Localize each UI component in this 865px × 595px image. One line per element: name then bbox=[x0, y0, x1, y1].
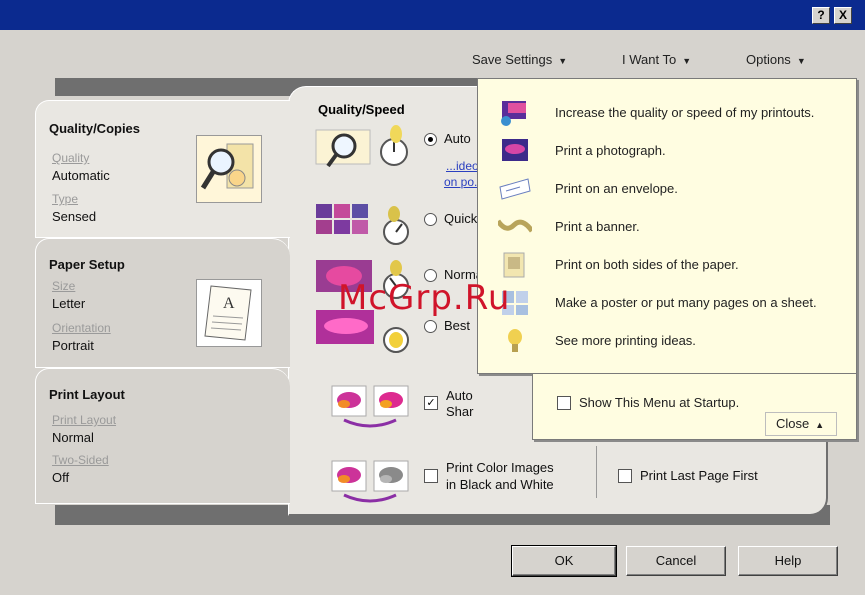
quality-speed-icon bbox=[498, 99, 532, 127]
chevron-up-icon: ▲ bbox=[815, 420, 825, 430]
black-white-label: in Black and White bbox=[446, 477, 554, 492]
auto-sharpen-label: Shar bbox=[446, 404, 474, 419]
tab-field-label: Two-Sided bbox=[52, 453, 109, 467]
menu-item-poster[interactable]: Make a poster or put many pages on a she… bbox=[498, 289, 848, 319]
quality-option-label: Auto bbox=[444, 131, 471, 146]
sharpen-icon bbox=[330, 380, 414, 430]
watermark: McGrp.Ru bbox=[338, 278, 511, 318]
title-bar: ? X bbox=[0, 0, 865, 30]
last-page-first-checkbox[interactable] bbox=[618, 469, 632, 483]
title-help-button[interactable]: ? bbox=[812, 7, 830, 24]
quick-quality-icon bbox=[314, 200, 414, 248]
quality-radio-auto[interactable] bbox=[424, 133, 437, 146]
photo-icon bbox=[498, 137, 532, 165]
save-settings-label: Save Settings bbox=[472, 52, 553, 67]
tab-field-value: Normal bbox=[52, 430, 94, 445]
i-want-to-menu[interactable]: I Want To ▼ bbox=[622, 52, 691, 67]
menu-item-quality-speed[interactable]: Increase the quality or speed of my prin… bbox=[498, 99, 848, 129]
two-sided-icon bbox=[498, 251, 532, 279]
i-want-to-label: I Want To bbox=[622, 52, 677, 67]
tab-field-label: Orientation bbox=[52, 321, 111, 335]
tab-print-layout[interactable]: Print Layout Print Layout Normal Two-Sid… bbox=[35, 368, 290, 504]
chevron-down-icon: ▼ bbox=[796, 56, 806, 66]
menu-item-two-sided[interactable]: Print on both sides of the paper. bbox=[498, 251, 848, 281]
close-menu-button[interactable]: Close ▲ bbox=[765, 412, 837, 436]
menu-item-label: Print a photograph. bbox=[555, 143, 666, 158]
ok-button[interactable]: OK bbox=[511, 545, 617, 577]
tab-field-label: Quality bbox=[52, 151, 90, 165]
paper-icon: A bbox=[196, 279, 262, 347]
chevron-down-icon: ▼ bbox=[558, 56, 568, 66]
quality-option-label: Quick bbox=[444, 211, 478, 226]
auto-quality-icon bbox=[314, 124, 414, 170]
dropdown-footer: Show This Menu at Startup. Close ▲ bbox=[532, 374, 857, 440]
options-menu[interactable]: Options ▼ bbox=[746, 52, 806, 67]
auto-sharpen-label: Auto bbox=[446, 388, 473, 403]
tab-field-label: Type bbox=[52, 192, 79, 206]
section-title: Quality/Speed bbox=[318, 102, 405, 117]
show-at-startup-checkbox[interactable] bbox=[557, 396, 571, 410]
tab-title: Paper Setup bbox=[49, 257, 125, 272]
auto-sharpen-checkbox[interactable]: ✓ bbox=[424, 396, 438, 410]
menu-item-photo[interactable]: Print a photograph. bbox=[498, 137, 848, 167]
tab-field-label: Size bbox=[52, 279, 76, 293]
cancel-button[interactable]: Cancel bbox=[626, 546, 726, 576]
tab-title: Quality/Copies bbox=[49, 121, 141, 136]
i-want-to-dropdown: Increase the quality or speed of my prin… bbox=[477, 78, 857, 374]
quality-radio-quick[interactable] bbox=[424, 213, 437, 226]
tab-field-value: Portrait bbox=[52, 338, 94, 353]
menu-item-banner[interactable]: Print a banner. bbox=[495, 213, 848, 243]
close-menu-label: Close bbox=[776, 416, 810, 431]
menu-item-envelope[interactable]: Print on an envelope. bbox=[498, 175, 848, 205]
magnifier-icon bbox=[196, 135, 262, 203]
tab-quality-copies[interactable]: Quality/Copies Quality Automatic Type Se… bbox=[35, 100, 290, 238]
options-label: Options bbox=[746, 52, 791, 67]
title-close-button[interactable]: X bbox=[834, 7, 852, 24]
menu-item-label: Print on both sides of the paper. bbox=[555, 257, 739, 272]
menu-item-label: See more printing ideas. bbox=[555, 333, 696, 348]
tab-field-value: Off bbox=[52, 470, 70, 485]
quality-radio-best[interactable] bbox=[424, 320, 437, 333]
black-white-checkbox[interactable] bbox=[424, 469, 438, 483]
grayscale-icon bbox=[330, 455, 414, 505]
tab-paper-setup[interactable]: Paper Setup Size Letter Orientation Port… bbox=[35, 238, 290, 368]
banner-icon bbox=[495, 213, 535, 241]
black-white-label: Print Color Images bbox=[446, 460, 554, 475]
ideas-icon bbox=[498, 327, 532, 355]
last-page-first-label: Print Last Page First bbox=[640, 468, 758, 483]
svg-text:A: A bbox=[223, 295, 235, 312]
tab-field-value: Automatic bbox=[52, 168, 110, 183]
menu-item-label: Increase the quality or speed of my prin… bbox=[555, 105, 815, 120]
menu-item-ideas[interactable]: See more printing ideas. bbox=[498, 327, 848, 357]
save-settings-menu[interactable]: Save Settings ▼ bbox=[472, 52, 567, 67]
envelope-icon bbox=[498, 175, 532, 203]
quality-option-label: Best bbox=[444, 318, 471, 333]
quality-link[interactable]: ...ideo bbox=[446, 159, 479, 173]
chevron-down-icon: ▼ bbox=[682, 56, 692, 66]
show-at-startup-label: Show This Menu at Startup. bbox=[579, 395, 740, 410]
menu-item-label: Print a banner. bbox=[555, 219, 640, 234]
tab-title: Print Layout bbox=[49, 387, 125, 402]
tab-field-label: Print Layout bbox=[52, 413, 117, 427]
menu-item-label: Print on an envelope. bbox=[555, 181, 678, 196]
tab-field-value: Sensed bbox=[52, 209, 97, 224]
help-button[interactable]: Help bbox=[738, 546, 838, 576]
menu-item-label: Make a poster or put many pages on a she… bbox=[555, 295, 817, 310]
separator bbox=[596, 446, 597, 498]
tab-field-value: Letter bbox=[52, 296, 86, 311]
